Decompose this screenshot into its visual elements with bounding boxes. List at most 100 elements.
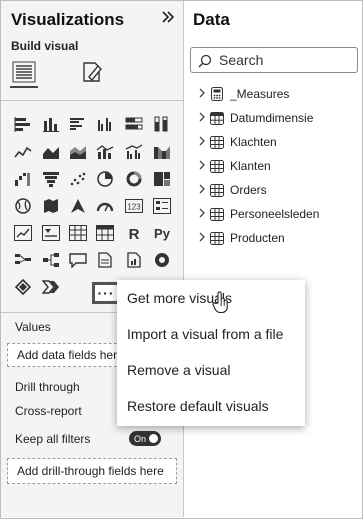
paginated-report-icon[interactable]: [124, 251, 144, 269]
map-icon[interactable]: [13, 197, 33, 215]
matrix-icon[interactable]: [95, 224, 115, 242]
100-stacked-column-chart-icon[interactable]: [152, 115, 172, 133]
data-table-item[interactable]: _Measures: [198, 85, 289, 103]
build-visual-tab[interactable]: [10, 58, 38, 88]
line-and-stacked-column-chart-icon[interactable]: [95, 143, 115, 161]
line-chart-icon[interactable]: [13, 143, 33, 161]
key-influencers-icon[interactable]: [13, 251, 33, 269]
table-icon: [210, 159, 226, 173]
data-title: Data: [193, 10, 230, 29]
build-visual-label: Build visual: [11, 39, 79, 53]
table-icon: [210, 135, 226, 149]
chevron-right-icon[interactable]: [198, 184, 210, 197]
data-table-item[interactable]: Datumdimensie: [198, 109, 313, 127]
decomposition-tree-icon[interactable]: [41, 251, 61, 269]
waterfall-chart-icon[interactable]: [13, 170, 33, 188]
python-visual-icon[interactable]: Py: [152, 224, 172, 242]
data-table-label: Klanten: [230, 159, 271, 173]
svg-text:Py: Py: [154, 226, 171, 241]
data-table-label: Datumdimensie: [230, 111, 314, 125]
add-data-fields-text: Add data fields her: [17, 348, 118, 362]
multi-row-card-icon[interactable]: [152, 197, 172, 215]
data-table-item[interactable]: Personeelsleden: [198, 205, 319, 223]
toggle-label: On: [134, 433, 147, 444]
r-visual-icon[interactable]: R: [124, 224, 144, 242]
donut-chart-icon[interactable]: [124, 170, 144, 188]
data-table-item[interactable]: Klanten: [198, 157, 271, 175]
chevron-right-icon[interactable]: [198, 232, 210, 245]
drill-through-label: Drill through: [15, 380, 80, 394]
drill-through-drop-zone[interactable]: Add drill-through fields here: [7, 458, 177, 484]
smart-narrative-icon[interactable]: [95, 251, 115, 269]
data-table-label: Klachten: [230, 135, 277, 149]
menu-item-restore-default-visuals[interactable]: Restore default visuals: [117, 392, 305, 420]
funnel-chart-icon[interactable]: [41, 170, 61, 188]
values-label: Values: [15, 320, 51, 334]
data-table-item[interactable]: Orders: [198, 181, 267, 199]
table-icon: [210, 231, 226, 245]
clustered-column-chart-icon[interactable]: [95, 115, 115, 133]
visualizations-title: Visualizations: [11, 10, 125, 29]
arcgis-icon[interactable]: [152, 251, 172, 269]
stacked-area-chart-icon[interactable]: [68, 143, 88, 161]
scatter-chart-icon[interactable]: [68, 170, 88, 188]
clustered-bar-chart-icon[interactable]: [68, 115, 88, 133]
power-apps-icon[interactable]: [13, 278, 33, 296]
cross-report-label: Cross-report: [15, 404, 82, 418]
keep-all-filters-label: Keep all filters: [15, 432, 91, 446]
search-box[interactable]: [190, 47, 358, 73]
gauge-icon[interactable]: [95, 197, 115, 215]
table-icon: [210, 207, 226, 221]
more-visuals-icon: ···: [97, 285, 115, 301]
build-visual-icon: [12, 61, 36, 83]
data-table-item[interactable]: Klachten: [198, 133, 277, 151]
100-stacked-bar-chart-icon[interactable]: [124, 115, 144, 133]
chevron-right-icon[interactable]: [198, 136, 210, 149]
pie-chart-icon[interactable]: [95, 170, 115, 188]
search-input[interactable]: [217, 51, 356, 69]
kpi-icon[interactable]: [13, 224, 33, 242]
chevron-right-icon[interactable]: [198, 88, 210, 101]
hand-cursor-icon: [212, 291, 228, 314]
format-visual-icon: [83, 62, 102, 82]
stacked-column-chart-icon[interactable]: [41, 115, 61, 133]
format-visual-tab[interactable]: [78, 58, 106, 86]
menu-item-remove-visual[interactable]: Remove a visual: [117, 356, 305, 384]
data-table-label: Producten: [230, 231, 285, 245]
qa-icon[interactable]: [68, 251, 88, 269]
slicer-icon[interactable]: [41, 224, 61, 242]
calculator-icon: [210, 87, 226, 101]
chevron-right-icon[interactable]: [198, 208, 210, 221]
search-icon: [198, 54, 212, 68]
menu-item-label: Import a visual from a file: [127, 326, 284, 342]
svg-text:R: R: [129, 226, 140, 241]
menu-item-label: Restore default visuals: [127, 398, 269, 414]
card-icon[interactable]: 123: [124, 197, 144, 215]
chevron-right-icon[interactable]: [198, 112, 210, 125]
svg-text:123: 123: [127, 203, 141, 212]
more-visuals-button[interactable]: ···: [92, 282, 120, 304]
data-table-label: _Measures: [230, 87, 290, 101]
pane-divider: [1, 100, 183, 101]
power-automate-icon[interactable]: [41, 278, 61, 296]
chevron-right-icon[interactable]: [198, 160, 210, 173]
keep-all-filters-toggle[interactable]: On: [129, 431, 161, 446]
menu-item-get-more-visuals[interactable]: Get more visuals: [117, 284, 305, 312]
stacked-bar-chart-icon[interactable]: [13, 115, 33, 133]
area-chart-icon[interactable]: [41, 143, 61, 161]
add-drill-through-text: Add drill-through fields here: [17, 464, 164, 478]
ribbon-chart-icon[interactable]: [152, 143, 172, 161]
data-table-label: Orders: [230, 183, 267, 197]
values-drop-zone[interactable]: Add data fields her: [7, 343, 132, 367]
more-visuals-context-menu: Get more visuals Import a visual from a …: [117, 280, 305, 426]
collapse-visualizations-icon[interactable]: [160, 9, 176, 30]
azure-map-icon[interactable]: [68, 197, 88, 215]
table-icon[interactable]: [68, 224, 88, 242]
calendar-table-icon: [210, 111, 226, 125]
filled-map-icon[interactable]: [41, 197, 61, 215]
menu-item-import-visual[interactable]: Import a visual from a file: [117, 320, 305, 348]
line-and-clustered-column-chart-icon[interactable]: [124, 143, 144, 161]
data-table-item[interactable]: Producten: [198, 229, 285, 247]
treemap-icon[interactable]: [152, 170, 172, 188]
toggle-knob: [149, 434, 158, 443]
